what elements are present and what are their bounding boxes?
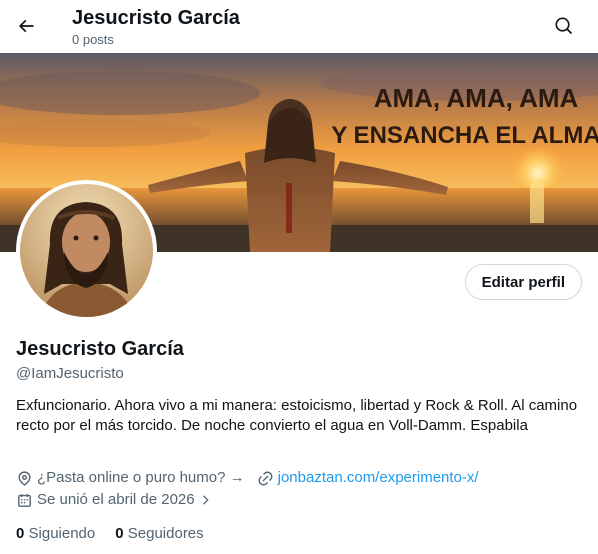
- back-button[interactable]: [8, 8, 44, 44]
- edit-profile-button[interactable]: Editar perfil: [464, 264, 582, 300]
- website-link[interactable]: jonbaztan.com/experimento-x/: [278, 467, 479, 489]
- location-pin-icon: [18, 470, 31, 486]
- search-button[interactable]: [546, 8, 582, 44]
- website-item[interactable]: jonbaztan.com/experimento-x/: [257, 467, 479, 489]
- profile-name: Jesucristo García: [16, 338, 184, 360]
- page-title: Jesucristo García: [72, 7, 240, 29]
- profile-meta: ¿Pasta online o puro humo? → jonbaztan.c…: [16, 467, 491, 511]
- following-count: 0: [16, 525, 29, 542]
- followers-count: 0: [115, 525, 128, 542]
- post-count: 0 posts: [72, 32, 114, 47]
- profile-handle: @IamJesucristo: [16, 365, 124, 382]
- banner-line-2: Y ENSANCHA EL ALMA: [331, 122, 598, 149]
- following-label: Siguiendo: [28, 525, 96, 542]
- followers-label: Seguidores: [127, 525, 204, 542]
- arrow-left-icon: [18, 19, 34, 33]
- calendar-icon: [18, 493, 31, 507]
- followers-link[interactable]: 0 Seguidores: [115, 524, 203, 544]
- link-icon: [258, 471, 273, 485]
- location-text: ¿Pasta online o puro humo? →: [37, 469, 245, 486]
- follow-stats: 0 Siguiendo 0 Seguidores: [16, 524, 224, 544]
- search-icon: [555, 17, 573, 35]
- following-link[interactable]: 0 Siguiendo: [16, 524, 95, 544]
- banner-line-1: AMA, AMA, AMA: [374, 83, 579, 113]
- location-item: ¿Pasta online o puro humo? →: [16, 467, 245, 489]
- avatar-image: [20, 184, 153, 317]
- joined-item[interactable]: Se unió el abril de 2026: [16, 489, 217, 511]
- avatar[interactable]: [16, 180, 157, 321]
- joined-text: Se unió el abril de 2026: [37, 491, 195, 508]
- profile-bio: Exfuncionario. Ahora vivo a mi manera: e…: [16, 397, 578, 434]
- chevron-right-icon: [202, 495, 209, 505]
- top-bar: Jesucristo García 0 posts: [0, 0, 598, 53]
